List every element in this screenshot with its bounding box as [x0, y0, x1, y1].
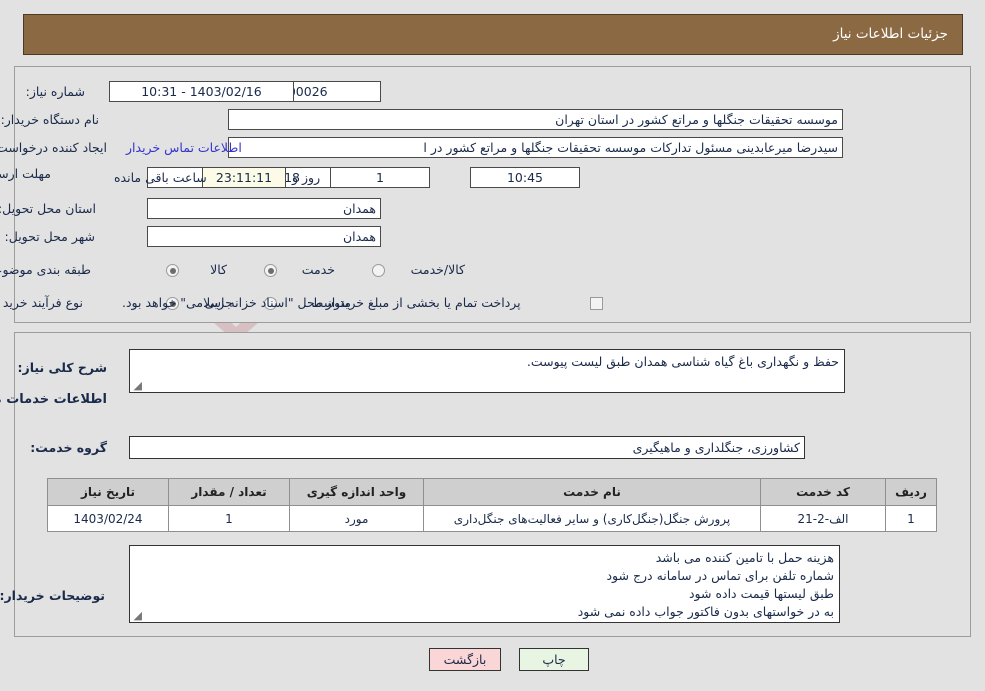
cell-code: الف-2-21 [760, 505, 886, 532]
requester-label: ایجاد کننده درخواست: [0, 140, 107, 155]
need-info-panel [14, 66, 971, 323]
radio-category-kala-khedmat[interactable] [372, 264, 385, 277]
radio-category-kala[interactable] [166, 264, 179, 277]
radio-category-kala-khedmat-label: کالا/خدمت [410, 262, 465, 277]
province-value: همدان [147, 198, 381, 219]
deadline-time-value: 10:45 [470, 167, 580, 188]
days-remaining-value: 1 [330, 167, 430, 188]
col-qty: تعداد / مقدار [168, 478, 290, 506]
buyer-notes-label: توضیحات خریدار: [0, 588, 105, 603]
general-need-value: حفظ و نگهداری باغ گیاه شناسی همدان طبق ل… [526, 354, 839, 369]
cell-unit: مورد [289, 505, 424, 532]
countdown-value: 23:11:11 [202, 167, 286, 188]
col-radif: ردیف [885, 478, 937, 506]
resize-grip-icon[interactable]: ◢ [132, 610, 142, 621]
resize-grip-icon[interactable]: ◢ [132, 380, 142, 391]
process-label: نوع فرآیند خرید : [0, 295, 83, 310]
city-label: شهر محل تحویل: [4, 229, 95, 244]
cell-date: 1403/02/24 [47, 505, 169, 532]
services-section-title: اطلاعات خدمات مورد نیاز [0, 392, 107, 407]
checkbox-islamic-treasury-label: پرداخت تمام یا بخشی از مبلغ خرید،از محل … [122, 295, 521, 310]
table-row: 1 الف-2-21 پرورش جنگل(جنگل‌کاری) و سایر … [47, 505, 937, 532]
remaining-label: ساعت باقی مانده [114, 170, 207, 185]
radio-category-khedmat-label: خدمت [301, 262, 335, 277]
radio-category-khedmat[interactable] [264, 264, 277, 277]
general-need-textarea[interactable]: حفظ و نگهداری باغ گیاه شناسی همدان طبق ل… [129, 349, 845, 393]
buyer-org-value: موسسه تحقیقات جنگلها و مراتع کشور در است… [228, 109, 843, 130]
buyer-contact-link[interactable]: اطلاعات تماس خریدار [126, 140, 242, 155]
services-table: ردیف کد خدمت نام خدمت واحد اندازه گیری ت… [47, 478, 937, 532]
cell-qty: 1 [168, 505, 290, 532]
buyer-org-label: نام دستگاه خریدار: [0, 112, 99, 127]
page-root: V AriaTender.net جزئیات اطلاعات نیاز شما… [0, 0, 985, 691]
radio-category-kala-label: کالا [210, 262, 227, 277]
category-label: طبقه بندی موضوعی: [0, 262, 91, 277]
col-date: تاریخ نیاز [47, 478, 169, 506]
checkbox-islamic-treasury[interactable] [590, 297, 603, 310]
page-title-bar: جزئیات اطلاعات نیاز [23, 14, 963, 55]
city-value: همدان [147, 226, 381, 247]
deadline-label: مهلت ارسال پاسخ: تا تاریخ: [0, 166, 51, 181]
requester-value: سیدرضا میرعابدینی مسئول تدارکات موسسه تح… [228, 137, 843, 158]
col-unit: واحد اندازه گیری [289, 478, 424, 506]
service-group-label: گروه خدمت: [30, 440, 107, 455]
province-label: استان محل تحویل: [0, 201, 96, 216]
table-header-row: ردیف کد خدمت نام خدمت واحد اندازه گیری ت… [47, 478, 937, 506]
buyer-notes-textarea[interactable]: هزینه حمل با تامین کننده می باشد شماره ت… [129, 545, 840, 623]
buyer-note-line: به در خواستهای بدون فاکتور جواب داده نمی… [577, 604, 834, 619]
buyer-note-line: شماره تلفن برای تماس در سامانه درج شود [606, 568, 834, 583]
buyer-note-line: طبق لیستها قیمت داده شود [688, 586, 834, 601]
general-need-label: شرح کلی نیاز: [17, 360, 107, 375]
page-title: جزئیات اطلاعات نیاز [833, 26, 948, 42]
print-button[interactable]: چاپ [519, 648, 589, 671]
days-unit-label: روز و [292, 170, 321, 185]
col-code: کد خدمت [760, 478, 886, 506]
public-announce-value: 1403/02/16 - 10:31 [109, 81, 294, 102]
buyer-note-line: هزینه حمل با تامین کننده می باشد [655, 550, 834, 565]
cell-radif: 1 [885, 505, 937, 532]
cell-name: پرورش جنگل(جنگل‌کاری) و سایر فعالیت‌های … [423, 505, 761, 532]
service-group-value: کشاورزی، جنگلداری و ماهیگیری [129, 436, 805, 459]
back-button[interactable]: بازگشت [429, 648, 501, 671]
col-name: نام خدمت [423, 478, 761, 506]
need-number-label: شماره نیاز: [25, 84, 85, 99]
